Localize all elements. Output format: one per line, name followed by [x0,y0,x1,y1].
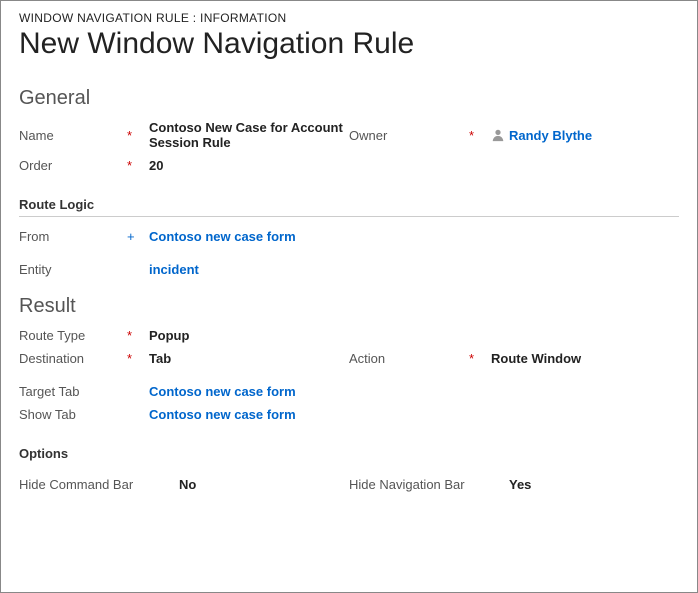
value-hide-nav[interactable]: Yes [509,477,679,492]
page-title: New Window Navigation Rule [19,27,679,61]
field-from: From + Contoso new case form [19,229,349,244]
label-action: Action [349,351,469,366]
field-target-tab: Target Tab Contoso new case form [19,384,349,399]
row-name-owner: Name * Contoso New Case for Account Sess… [19,120,679,150]
field-hide-cmd: Hide Command Bar No [19,477,349,492]
value-name[interactable]: Contoso New Case for Account Session Rul… [149,120,349,150]
field-owner: Owner * Randy Blythe [349,128,679,143]
value-route-type[interactable]: Popup [149,328,349,343]
breadcrumb: WINDOW NAVIGATION RULE : INFORMATION [19,11,679,25]
field-action: Action * Route Window [349,351,679,366]
section-result: Result Route Type * Popup Destination * … [19,295,679,492]
value-action[interactable]: Route Window [491,351,679,366]
row-hide-bars: Hide Command Bar No Hide Navigation Bar … [19,477,679,492]
required-marker: * [469,128,491,143]
field-show-tab: Show Tab Contoso new case form [19,407,349,422]
field-destination: Destination * Tab [19,351,349,366]
row-from: From + Contoso new case form [19,229,679,244]
row-show-tab: Show Tab Contoso new case form [19,407,679,422]
row-target-tab: Target Tab Contoso new case form [19,384,679,399]
label-name: Name [19,128,127,143]
value-target-tab[interactable]: Contoso new case form [149,384,349,399]
section-title-general: General [19,87,679,110]
row-route-type: Route Type * Popup [19,328,679,343]
label-hide-nav: Hide Navigation Bar [349,477,487,492]
value-from[interactable]: Contoso new case form [149,229,349,244]
label-destination: Destination [19,351,127,366]
label-route-type: Route Type [19,328,127,343]
label-order: Order [19,158,127,173]
label-from: From [19,229,127,244]
field-order: Order * 20 [19,158,349,173]
value-entity[interactable]: incident [149,262,349,277]
field-entity: Entity incident [19,262,349,277]
section-general: General Name * Contoso New Case for Acco… [19,87,679,277]
label-show-tab: Show Tab [19,407,127,422]
user-icon [491,128,505,142]
value-hide-cmd[interactable]: No [179,477,349,492]
recommended-marker: + [127,229,149,244]
required-marker: * [127,328,149,343]
section-title-result: Result [19,295,679,318]
row-order: Order * 20 [19,158,679,173]
value-destination[interactable]: Tab [149,351,349,366]
label-owner: Owner [349,128,469,143]
required-marker: * [127,128,149,143]
label-hide-cmd: Hide Command Bar [19,477,157,492]
label-entity: Entity [19,262,127,277]
value-show-tab[interactable]: Contoso new case form [149,407,349,422]
row-destination-action: Destination * Tab Action * Route Window [19,351,679,366]
label-target-tab: Target Tab [19,384,127,399]
required-marker: * [127,351,149,366]
field-name: Name * Contoso New Case for Account Sess… [19,120,349,150]
subsection-route-logic: Route Logic [19,191,679,217]
field-hide-nav: Hide Navigation Bar Yes [349,477,679,492]
value-owner[interactable]: Randy Blythe [509,128,679,143]
value-order[interactable]: 20 [149,158,349,173]
required-marker: * [469,351,491,366]
required-marker: * [127,158,149,173]
subsection-options: Options [19,440,679,465]
row-entity: Entity incident [19,262,679,277]
field-route-type: Route Type * Popup [19,328,349,343]
